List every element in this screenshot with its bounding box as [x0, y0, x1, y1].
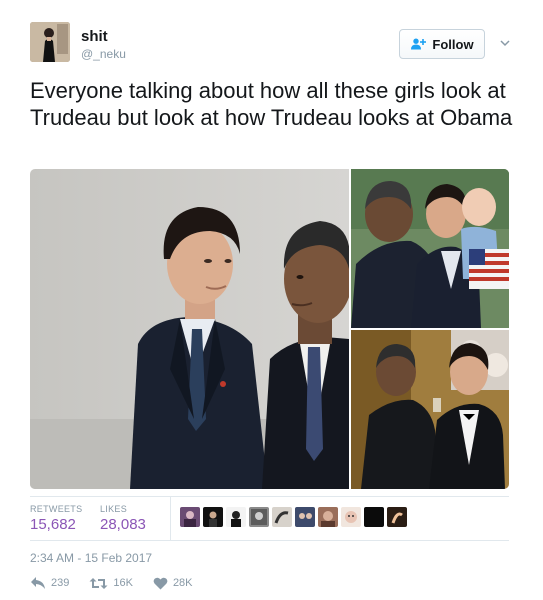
- liker-avatar[interactable]: [318, 507, 338, 527]
- divider-top: [30, 496, 509, 497]
- liker-avatar[interactable]: [272, 507, 292, 527]
- liker-avatar[interactable]: [226, 507, 246, 527]
- tweet-photo-main[interactable]: [30, 169, 349, 489]
- reply-count: 239: [51, 577, 70, 589]
- reply-button[interactable]: 239: [30, 576, 69, 590]
- tweet-photo-secondary[interactable]: [351, 169, 509, 328]
- follow-button-label: Follow: [432, 36, 474, 52]
- follow-button[interactable]: Follow: [399, 29, 485, 59]
- likes-count[interactable]: 28,083: [100, 516, 146, 533]
- liker-avatars: [180, 507, 407, 527]
- stats-separator: [170, 496, 171, 540]
- retweets-label: RETWEETS: [30, 504, 83, 514]
- add-user-icon: [410, 38, 427, 50]
- liker-avatar[interactable]: [180, 507, 200, 527]
- divider-bottom: [30, 540, 509, 541]
- chevron-down-icon[interactable]: [498, 36, 512, 50]
- retweets-count[interactable]: 15,682: [30, 516, 76, 533]
- liker-avatar[interactable]: [387, 507, 407, 527]
- handle[interactable]: @_neku: [81, 47, 126, 61]
- tweet-photo-tertiary[interactable]: [351, 330, 509, 489]
- retweet-button[interactable]: 16K: [89, 577, 133, 590]
- tweet-card: shit @_neku Follow Everyone talking abou…: [0, 0, 543, 600]
- liker-avatar[interactable]: [203, 507, 223, 527]
- liker-avatar[interactable]: [249, 507, 269, 527]
- like-button[interactable]: 28K: [153, 577, 193, 590]
- liker-avatar[interactable]: [295, 507, 315, 527]
- heart-icon: [153, 577, 168, 590]
- avatar[interactable]: [30, 22, 70, 62]
- retweet-count: 16K: [113, 577, 133, 589]
- likes-label: LIKES: [100, 504, 128, 514]
- tweet-text: Everyone talking about how all these gir…: [30, 78, 513, 130]
- reply-icon: [30, 576, 46, 590]
- like-count: 28K: [172, 577, 193, 589]
- retweet-icon: [89, 577, 108, 590]
- display-name[interactable]: shit: [81, 28, 108, 46]
- liker-avatar[interactable]: [341, 507, 361, 527]
- tweet-actions: 239 16K 28K: [30, 576, 213, 590]
- liker-avatar[interactable]: [364, 507, 384, 527]
- tweet-timestamp[interactable]: 2:34 AM - 15 Feb 2017: [30, 551, 152, 565]
